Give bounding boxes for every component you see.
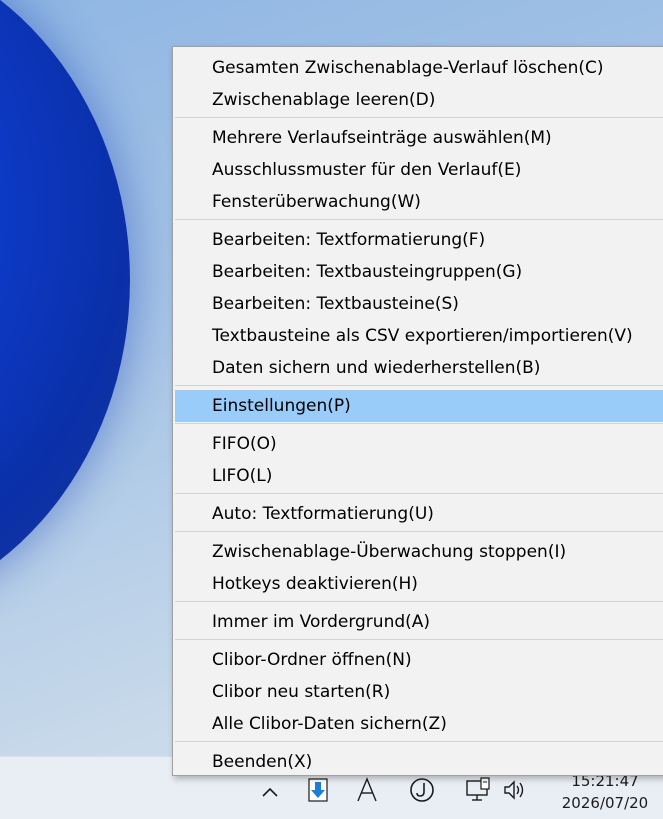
menu-item-auto-text-formatting[interactable]: Auto: Textformatierung(U) bbox=[175, 498, 663, 530]
menu-item-label: Mehrere Verlaufseinträge auswählen(M) bbox=[212, 128, 552, 148]
menu-item-stop-monitoring[interactable]: Zwischenablage-Überwachung stoppen(I) bbox=[175, 536, 663, 568]
menu-item-backup-all[interactable]: Alle Clibor-Daten sichern(Z) bbox=[175, 708, 663, 740]
menu-item-csv-export-import[interactable]: Textbausteine als CSV exportieren/import… bbox=[175, 320, 663, 352]
menu-item-label: Daten sichern und wiederherstellen(B) bbox=[212, 358, 541, 378]
volume-button[interactable] bbox=[502, 778, 528, 806]
menu-separator bbox=[175, 117, 663, 118]
menu-item-settings[interactable]: Einstellungen(P) bbox=[175, 390, 663, 422]
menu-item-label: Immer im Vordergrund(A) bbox=[212, 612, 431, 632]
menu-item-label: Auto: Textformatierung(U) bbox=[212, 504, 434, 524]
menu-item-edit-snippets[interactable]: Bearbeiten: Textbausteine(S) bbox=[175, 288, 663, 320]
menu-item-restart[interactable]: Clibor neu starten(R) bbox=[175, 676, 663, 708]
menu-item-label: Einstellungen(P) bbox=[212, 396, 351, 416]
menu-item-open-folder[interactable]: Clibor-Ordner öffnen(N) bbox=[175, 644, 663, 676]
menu-item-label: Hotkeys deaktivieren(H) bbox=[212, 574, 418, 594]
menu-item-label: FIFO(O) bbox=[212, 434, 277, 454]
menu-item-label: Zwischenablage-Überwachung stoppen(I) bbox=[212, 542, 567, 562]
menu-item-select-multiple[interactable]: Mehrere Verlaufseinträge auswählen(M) bbox=[175, 122, 663, 154]
j-circle-icon bbox=[409, 777, 435, 807]
ime-button[interactable] bbox=[354, 777, 380, 807]
chevron-up-icon bbox=[261, 783, 279, 802]
menu-separator bbox=[175, 493, 663, 494]
menu-item-window-monitoring[interactable]: Fensterüberwachung(W) bbox=[175, 186, 663, 218]
ime-mode-button[interactable] bbox=[408, 778, 436, 806]
menu-item-fifo[interactable]: FIFO(O) bbox=[175, 428, 663, 460]
menu-item-label: Zwischenablage leeren(D) bbox=[212, 90, 436, 110]
clock-date: 2026/07/20 bbox=[561, 794, 649, 812]
menu-separator bbox=[175, 639, 663, 640]
menu-item-label: Clibor neu starten(R) bbox=[212, 682, 391, 702]
clibor-context-menu: Gesamten Zwischenablage-Verlauf löschen(… bbox=[172, 46, 663, 776]
menu-item-label: Alle Clibor-Daten sichern(Z) bbox=[212, 714, 447, 734]
menu-item-label: Fensterüberwachung(W) bbox=[212, 192, 421, 212]
network-monitor-icon bbox=[465, 777, 493, 807]
menu-item-empty-clipboard[interactable]: Zwischenablage leeren(D) bbox=[175, 84, 663, 116]
menu-separator bbox=[175, 219, 663, 220]
menu-item-edit-snippet-groups[interactable]: Bearbeiten: Textbausteingruppen(G) bbox=[175, 256, 663, 288]
clibor-download-icon bbox=[308, 778, 328, 806]
volume-icon bbox=[503, 779, 527, 805]
menu-separator bbox=[175, 385, 663, 386]
wallpaper-bloom bbox=[0, 0, 130, 620]
menu-item-label: Bearbeiten: Textformatierung(F) bbox=[212, 230, 486, 250]
menu-item-label: Gesamten Zwischenablage-Verlauf löschen(… bbox=[212, 58, 604, 78]
menu-item-clear-history[interactable]: Gesamten Zwischenablage-Verlauf löschen(… bbox=[175, 52, 663, 84]
menu-item-label: Beenden(X) bbox=[212, 752, 313, 772]
menu-item-label: LIFO(L) bbox=[212, 466, 273, 486]
menu-item-exit[interactable]: Beenden(X) bbox=[175, 746, 663, 778]
menu-item-label: Bearbeiten: Textbausteingruppen(G) bbox=[212, 262, 523, 282]
menu-item-label: Clibor-Ordner öffnen(N) bbox=[212, 650, 412, 670]
menu-item-always-on-top[interactable]: Immer im Vordergrund(A) bbox=[175, 606, 663, 638]
menu-separator bbox=[175, 601, 663, 602]
menu-item-disable-hotkeys[interactable]: Hotkeys deaktivieren(H) bbox=[175, 568, 663, 600]
menu-item-backup-restore[interactable]: Daten sichern und wiederherstellen(B) bbox=[175, 352, 663, 384]
menu-separator bbox=[175, 531, 663, 532]
menu-item-lifo[interactable]: LIFO(L) bbox=[175, 460, 663, 492]
menu-item-label: Bearbeiten: Textbausteine(S) bbox=[212, 294, 459, 314]
menu-item-edit-text-formatting[interactable]: Bearbeiten: Textformatierung(F) bbox=[175, 224, 663, 256]
network-button[interactable] bbox=[464, 777, 494, 807]
menu-item-exclusion-patterns[interactable]: Ausschlussmuster für den Verlauf(E) bbox=[175, 154, 663, 186]
menu-separator bbox=[175, 741, 663, 742]
show-hidden-icons-button[interactable] bbox=[258, 778, 282, 806]
menu-item-label: Textbausteine als CSV exportieren/import… bbox=[212, 326, 633, 346]
menu-item-label: Ausschlussmuster für den Verlauf(E) bbox=[212, 160, 522, 180]
ime-a-icon bbox=[356, 777, 378, 807]
menu-separator bbox=[175, 423, 663, 424]
clibor-tray-button[interactable] bbox=[305, 778, 331, 806]
